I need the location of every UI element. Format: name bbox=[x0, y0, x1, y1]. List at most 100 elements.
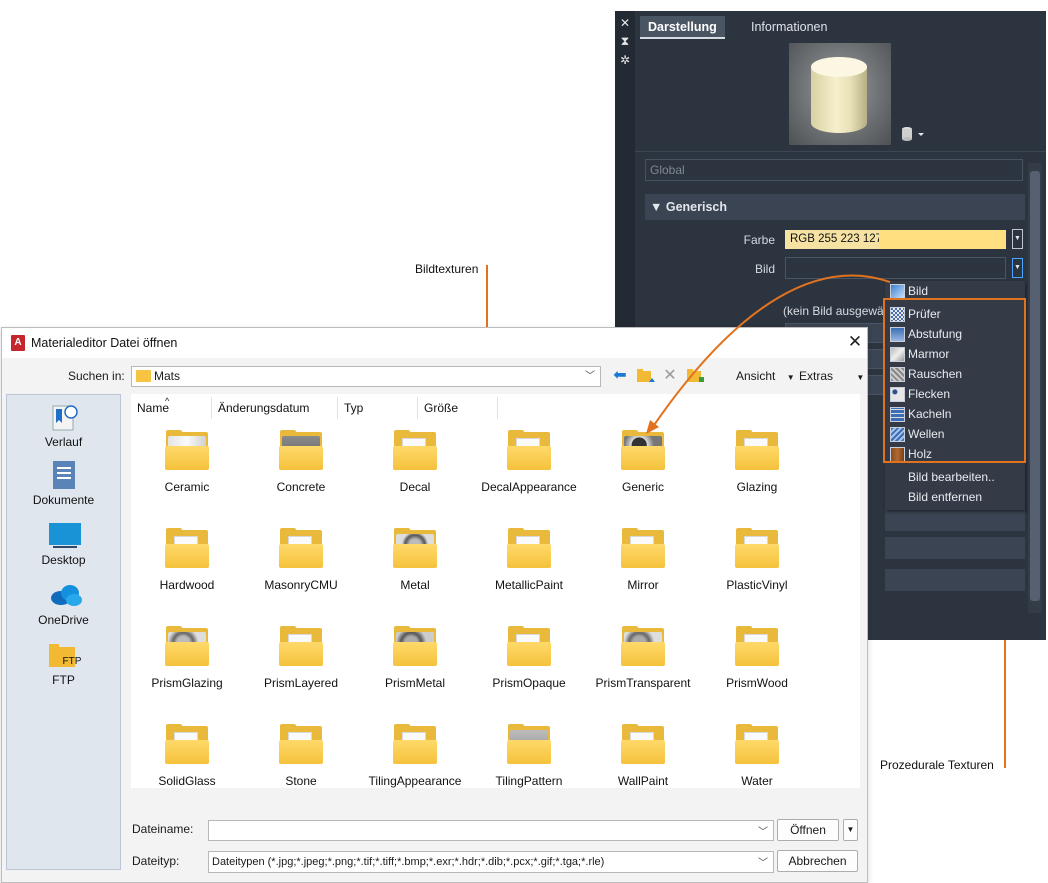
folder-item[interactable]: PrismOpaque bbox=[473, 626, 585, 690]
folder-item[interactable]: PrismWood bbox=[701, 626, 813, 690]
scrollbar-thumb[interactable] bbox=[1030, 171, 1040, 601]
folder-item[interactable]: Decal bbox=[359, 430, 471, 494]
place-dokumente[interactable]: Dokumente bbox=[7, 461, 120, 507]
farbe-label: Farbe bbox=[743, 233, 775, 247]
dialog-title: Materialeditor Datei öffnen bbox=[31, 336, 178, 350]
folder-item[interactable]: PrismMetal bbox=[359, 626, 471, 690]
bild-label: Bild bbox=[754, 262, 775, 276]
folder-label: Concrete bbox=[276, 480, 326, 494]
column-header-name[interactable]: Name ^ bbox=[131, 396, 212, 419]
close-icon[interactable]: ✕ bbox=[845, 332, 865, 354]
triangle-down-icon: ▼ bbox=[856, 373, 865, 382]
folder-item[interactable]: Generic bbox=[587, 430, 699, 494]
folder-icon bbox=[393, 528, 437, 568]
extras-menu[interactable]: Extras ▼ bbox=[799, 369, 864, 383]
folder-label: PlasticVinyl bbox=[726, 578, 788, 592]
desktop-icon bbox=[48, 521, 81, 549]
panel-tabbar: Darstellung Informationen bbox=[637, 16, 1032, 39]
folder-icon bbox=[279, 528, 323, 568]
folder-icon bbox=[279, 430, 323, 470]
folder-item[interactable]: PrismTransparent bbox=[587, 626, 699, 690]
chevron-down-icon: ﹀ bbox=[585, 371, 595, 382]
folder-icon bbox=[136, 370, 151, 382]
folder-item[interactable]: PlasticVinyl bbox=[701, 528, 813, 592]
preview-shape-dropdown[interactable] bbox=[899, 124, 929, 144]
menu-item-bild-bearbeiten[interactable]: Bild bearbeiten.. bbox=[885, 467, 1025, 487]
folder-label: PrismMetal bbox=[384, 676, 445, 690]
section-generisch[interactable]: ▼ Generisch bbox=[645, 194, 1025, 220]
folder-icon bbox=[621, 724, 665, 764]
panel-scrollbar[interactable] bbox=[1028, 163, 1042, 613]
column-header-size[interactable]: Größe bbox=[418, 397, 498, 419]
column-header-type[interactable]: Typ bbox=[338, 397, 418, 419]
folder-label: Glazing bbox=[736, 480, 778, 494]
places-bar: Verlauf Dokumente Desktop OneDrive FTP F… bbox=[6, 394, 121, 870]
folder-item[interactable]: Metal bbox=[359, 528, 471, 592]
folder-label: Hardwood bbox=[159, 578, 215, 592]
folder-item[interactable]: Ceramic bbox=[131, 430, 243, 494]
folder-icon bbox=[393, 626, 437, 666]
folder-item[interactable]: Stone bbox=[245, 724, 357, 788]
image-icon bbox=[890, 284, 905, 299]
farbe-dropdown-button[interactable]: ▼ bbox=[1012, 229, 1023, 249]
folder-item[interactable]: TilingPattern bbox=[473, 724, 585, 788]
folder-icon bbox=[165, 430, 209, 470]
place-onedrive[interactable]: OneDrive bbox=[7, 581, 120, 627]
folder-item[interactable]: Water bbox=[701, 724, 813, 788]
gear-icon[interactable]: ✲ bbox=[615, 53, 635, 67]
folder-item[interactable]: Concrete bbox=[245, 430, 357, 494]
place-label: Dokumente bbox=[32, 493, 95, 507]
tab-informationen[interactable]: Informationen bbox=[743, 16, 835, 39]
place-desktop[interactable]: Desktop bbox=[7, 521, 120, 567]
global-field[interactable]: Global bbox=[645, 159, 1023, 181]
delete-icon[interactable]: ✕ bbox=[660, 366, 680, 386]
ftp-folder-icon: FTP bbox=[48, 641, 81, 669]
folder-item[interactable]: PrismLayered bbox=[245, 626, 357, 690]
folder-item[interactable]: DecalAppearance bbox=[473, 430, 585, 494]
folder-up-icon[interactable] bbox=[635, 366, 655, 386]
folder-item[interactable]: Mirror bbox=[587, 528, 699, 592]
filetype-value: Dateitypen (*.jpg;*.jpeg;*.png;*.tif;*.t… bbox=[212, 856, 605, 868]
folder-item[interactable]: TilingAppearance bbox=[359, 724, 471, 788]
back-arrow-icon[interactable]: ⬅ bbox=[610, 366, 630, 386]
new-folder-icon[interactable] bbox=[685, 366, 705, 386]
folder-item[interactable]: WallPaint bbox=[587, 724, 699, 788]
folder-icon bbox=[735, 626, 779, 666]
cancel-button[interactable]: Abbrechen bbox=[777, 850, 858, 872]
folder-label: Decal bbox=[399, 480, 431, 494]
folder-item[interactable]: MasonryCMU bbox=[245, 528, 357, 592]
folder-icon bbox=[621, 430, 665, 470]
folder-item[interactable]: PrismGlazing bbox=[131, 626, 243, 690]
place-label: FTP bbox=[52, 673, 75, 687]
tab-darstellung[interactable]: Darstellung bbox=[640, 16, 725, 39]
documents-icon bbox=[49, 461, 79, 489]
farbe-field[interactable]: RGB 255 223 127 bbox=[785, 230, 1006, 249]
place-ftp[interactable]: FTP FTP bbox=[7, 641, 120, 687]
collapsed-section[interactable] bbox=[885, 569, 1025, 591]
collapsed-section[interactable] bbox=[885, 537, 1025, 559]
close-icon[interactable]: ✕ bbox=[615, 16, 635, 30]
view-menu[interactable]: Ansicht ▼ bbox=[736, 369, 795, 383]
bild-dropdown-button[interactable]: ▼ bbox=[1012, 258, 1023, 278]
folder-item[interactable]: SolidGlass bbox=[131, 724, 243, 788]
open-button[interactable]: Öffnen bbox=[777, 819, 839, 841]
place-verlauf[interactable]: Verlauf bbox=[7, 403, 120, 449]
folder-icon bbox=[507, 528, 551, 568]
collapsed-section[interactable] bbox=[885, 509, 1025, 531]
folder-icon bbox=[507, 430, 551, 470]
filetype-select[interactable]: Dateitypen (*.jpg;*.jpeg;*.png;*.tif;*.t… bbox=[208, 851, 774, 873]
pin-icon[interactable]: ⧗ bbox=[615, 34, 635, 48]
lookin-value: Mats bbox=[154, 369, 181, 383]
menu-item-bild-entfernen[interactable]: Bild entfernen bbox=[885, 487, 1025, 507]
filename-input[interactable]: ﹀ bbox=[208, 820, 774, 841]
lookin-combobox[interactable]: Mats ﹀ bbox=[131, 366, 601, 387]
folder-icon bbox=[165, 724, 209, 764]
folder-label: MetallicPaint bbox=[494, 578, 564, 592]
bild-field[interactable] bbox=[785, 257, 1006, 279]
folder-item[interactable]: Glazing bbox=[701, 430, 813, 494]
folder-icon bbox=[507, 724, 551, 764]
open-options-button[interactable]: ▼ bbox=[843, 819, 858, 841]
column-header-date[interactable]: Änderungsdatum bbox=[212, 397, 338, 419]
folder-item[interactable]: MetallicPaint bbox=[473, 528, 585, 592]
folder-item[interactable]: Hardwood bbox=[131, 528, 243, 592]
